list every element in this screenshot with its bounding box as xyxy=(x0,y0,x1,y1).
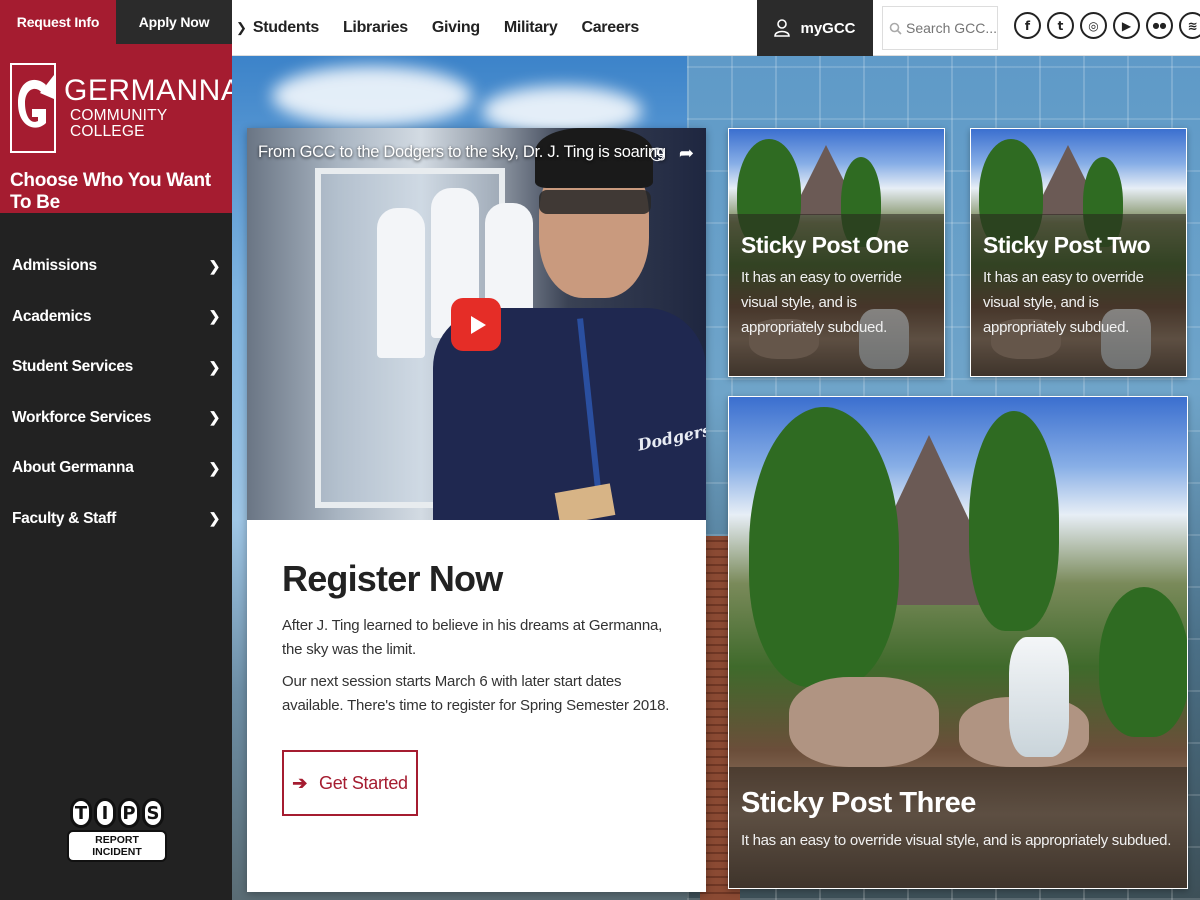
post-description: It has an easy to override visual style,… xyxy=(741,832,1172,849)
sidebar-item-label: Workforce Services xyxy=(12,408,152,426)
feature-card: Dodgers From GCC to the Dodgers to the s… xyxy=(247,128,706,892)
chevron-right-icon: ❯ xyxy=(208,257,221,274)
sidebar-item-label: Admissions xyxy=(12,257,97,275)
logo-line-1: GERMANNA xyxy=(64,74,242,107)
post-overlay: Sticky Post Two It has an easy to overri… xyxy=(971,214,1186,376)
post-overlay: Sticky Post Three It has an easy to over… xyxy=(729,767,1187,888)
feature-title: Register Now xyxy=(282,558,503,599)
logo-line-2: COMMUNITY COLLEGE xyxy=(70,107,168,140)
top-nav-military[interactable]: Military xyxy=(504,19,558,37)
mygcc-label: myGCC xyxy=(800,19,856,37)
instagram-icon[interactable]: ◎ xyxy=(1080,12,1107,39)
user-icon xyxy=(774,19,791,37)
logo-area: GERMANNA COMMUNITY COLLEGE Choose Who Yo… xyxy=(0,44,241,213)
chevron-right-icon: ❯ xyxy=(208,409,221,426)
post-image-rock xyxy=(789,677,939,767)
sidebar-item-academics[interactable]: Academics ❯ xyxy=(0,292,232,343)
sidebar-item-faculty-staff[interactable]: Faculty & Staff ❯ xyxy=(0,494,232,545)
search-box xyxy=(882,6,998,50)
chevron-right-icon: ❯ xyxy=(208,459,221,476)
logo-text: GERMANNA COMMUNITY COLLEGE xyxy=(64,76,241,140)
post-description: It has an easy to override visual style,… xyxy=(983,269,1144,336)
play-icon xyxy=(470,315,486,334)
chevron-right-icon: ❯ xyxy=(208,358,221,375)
tips-letter: P xyxy=(118,798,140,828)
apply-now-button[interactable]: Apply Now xyxy=(116,0,232,44)
sidebar-nav: Admissions ❯ Academics ❯ Student Services ❯… xyxy=(0,241,232,544)
feature-paragraph-1: After J. Ting learned to believe in his … xyxy=(282,617,663,658)
sidebar: Request Info Apply Now GERMANNA COMMUNIT… xyxy=(0,0,241,900)
top-bar: ❯ Students Libraries Giving Military Car… xyxy=(232,0,1200,56)
flickr-icon[interactable]: ●● xyxy=(1146,12,1173,39)
top-nav: ❯ Students Libraries Giving Military Car… xyxy=(232,0,663,56)
get-started-label: Get Started xyxy=(319,772,408,793)
germanna-g-logo-icon xyxy=(10,63,56,153)
video-title[interactable]: From GCC to the Dodgers to the sky, Dr. … xyxy=(258,143,666,162)
watch-later-clock-icon[interactable]: ◷ xyxy=(649,143,665,164)
feature-paragraph-2: Our next session starts March 6 with lat… xyxy=(282,673,670,714)
chevron-right-icon: ❯ xyxy=(236,20,247,35)
video-player[interactable]: Dodgers From GCC to the Dodgers to the s… xyxy=(247,128,706,520)
sidebar-item-about-germanna[interactable]: About Germanna ❯ xyxy=(0,443,232,494)
post-overlay: Sticky Post One It has an easy to overri… xyxy=(729,214,944,376)
post-title: Sticky Post Three xyxy=(741,787,976,819)
tagline: Choose Who You Want To Be xyxy=(10,170,211,213)
sidebar-item-label: Academics xyxy=(12,307,92,325)
sidebar-item-label: Student Services xyxy=(12,358,133,376)
tips-subtitle: REPORT INCIDENT xyxy=(67,830,167,862)
sidebar-item-label: About Germanna xyxy=(12,459,134,477)
video-person-glasses xyxy=(539,190,651,214)
post-image-waterfall xyxy=(1009,637,1069,757)
tips-logo: T I P S xyxy=(67,798,167,828)
background-cloud xyxy=(272,66,472,126)
top-nav-giving[interactable]: Giving xyxy=(432,19,480,37)
mygcc-button[interactable]: myGCC xyxy=(757,0,873,56)
tips-report-incident-link[interactable]: T I P S REPORT INCIDENT xyxy=(67,798,167,862)
rss-icon[interactable]: ≋ xyxy=(1179,12,1200,39)
search-icon xyxy=(889,22,902,35)
tips-letter: I xyxy=(94,798,116,828)
play-button[interactable] xyxy=(451,298,501,351)
get-started-button[interactable]: ➔ Get Started xyxy=(282,750,418,816)
search-input[interactable] xyxy=(906,20,996,36)
sidebar-item-admissions[interactable]: Admissions ❯ xyxy=(0,241,232,292)
video-actions: ◷ ➦ xyxy=(649,143,694,164)
chevron-right-icon: ❯ xyxy=(208,308,221,325)
top-nav-libraries[interactable]: Libraries xyxy=(343,19,408,37)
main-hero: Dodgers From GCC to the Dodgers to the s… xyxy=(232,56,1200,900)
tips-letter: S xyxy=(142,798,164,828)
youtube-icon[interactable]: ▶ xyxy=(1113,12,1140,39)
top-nav-careers[interactable]: Careers xyxy=(581,19,639,37)
tips-letter: T xyxy=(70,798,92,828)
post-image-tree xyxy=(1099,587,1187,737)
post-title: Sticky Post Two xyxy=(983,232,1151,258)
sidebar-item-workforce-services[interactable]: Workforce Services ❯ xyxy=(0,393,232,444)
sticky-post-two[interactable]: Sticky Post Two It has an easy to overri… xyxy=(970,128,1187,377)
video-jersey xyxy=(377,208,425,358)
feature-body: Register Now After J. Ting learned to be… xyxy=(247,520,706,816)
sticky-post-three[interactable]: Sticky Post Three It has an easy to over… xyxy=(728,396,1188,889)
post-title: Sticky Post One xyxy=(741,232,909,258)
social-links: f t ◎ ▶ ●● ≋ xyxy=(1014,12,1200,39)
chevron-right-icon: ❯ xyxy=(208,510,221,527)
sticky-post-one[interactable]: Sticky Post One It has an easy to overri… xyxy=(728,128,945,377)
share-arrow-icon[interactable]: ➦ xyxy=(679,143,694,164)
post-description: It has an easy to override visual style,… xyxy=(741,269,902,336)
sidebar-item-student-services[interactable]: Student Services ❯ xyxy=(0,342,232,393)
top-nav-students[interactable]: Students xyxy=(253,19,319,37)
sidebar-top-buttons: Request Info Apply Now xyxy=(0,0,232,44)
post-image-tree xyxy=(969,411,1059,631)
logo[interactable]: GERMANNA COMMUNITY COLLEGE xyxy=(10,62,241,154)
post-image-tree xyxy=(749,407,899,687)
arrow-right-icon: ➔ xyxy=(292,772,308,793)
twitter-icon[interactable]: t xyxy=(1047,12,1074,39)
request-info-button[interactable]: Request Info xyxy=(0,0,116,44)
facebook-icon[interactable]: f xyxy=(1014,12,1041,39)
sidebar-item-label: Faculty & Staff xyxy=(12,509,117,527)
